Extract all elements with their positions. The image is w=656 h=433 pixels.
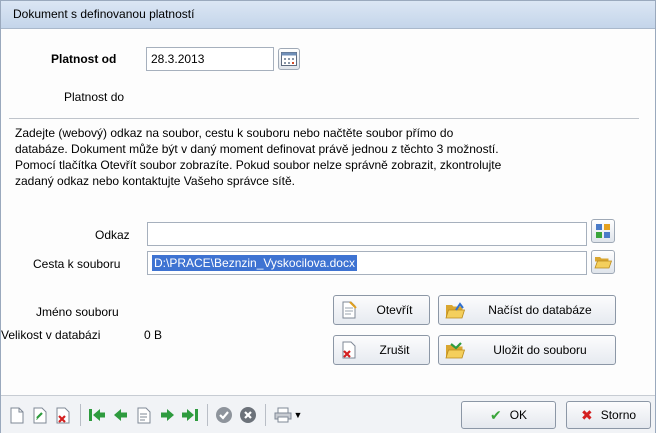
next-record-icon[interactable] — [157, 405, 177, 425]
link-label: Odkaz — [95, 228, 130, 242]
link-input[interactable] — [147, 222, 587, 246]
check-icon: ✔ — [489, 406, 502, 423]
record-detail-icon[interactable] — [134, 405, 154, 425]
delete-document-icon[interactable] — [54, 405, 74, 425]
browse-link-icon — [596, 224, 610, 238]
link-browse-button[interactable] — [591, 219, 615, 243]
validity-from-input[interactable]: 28.3.2013 — [146, 47, 274, 71]
bottom-toolbar: ▼ ✔ OK ✖ Storno — [1, 395, 655, 433]
print-icon[interactable] — [273, 405, 293, 425]
close-icon: ✖ — [580, 406, 593, 423]
folder-open-icon — [594, 257, 612, 269]
path-value: D:\PRACE\Beznzin_Vyskocilova.docx — [152, 255, 357, 271]
storno-label: Storno — [600, 408, 637, 422]
title-bar: Dokument s definovanou platností — [1, 1, 655, 29]
window-title: Dokument s definovanou platností — [13, 7, 195, 21]
validity-to-label: Platnost do — [64, 90, 125, 104]
print-dropdown-icon[interactable]: ▼ — [292, 405, 304, 425]
folder-save-icon — [445, 341, 466, 359]
load-to-database-button[interactable]: Načíst do databáze — [438, 295, 616, 325]
edit-document-icon[interactable] — [31, 405, 51, 425]
save-to-file-button[interactable]: Uložit do souboru — [438, 335, 616, 365]
last-record-icon[interactable] — [180, 405, 200, 425]
description-text: Zadejte (webový) odkaz na soubor, cestu … — [15, 126, 502, 188]
calendar-button[interactable] — [278, 48, 300, 70]
document-edit-icon — [340, 301, 358, 319]
ok-label: OK — [509, 408, 528, 422]
new-document-icon[interactable] — [7, 405, 27, 425]
document-delete-icon — [340, 341, 358, 359]
calendar-icon — [281, 52, 297, 66]
cancel-icon[interactable] — [238, 405, 258, 425]
ok-button[interactable]: ✔ OK — [461, 401, 556, 429]
db-size-value: 0 B — [144, 328, 163, 342]
path-browse-button[interactable] — [591, 250, 615, 274]
validity-from-label: Platnost od — [51, 52, 117, 66]
dialog-window: Dokument s definovanou platností Platnos… — [0, 0, 656, 433]
db-size-label: Velikost v databázi — [1, 328, 101, 342]
cancel-file-button[interactable]: Zrušit — [333, 335, 430, 365]
previous-record-icon[interactable] — [111, 405, 131, 425]
open-button[interactable]: Otevřít — [333, 295, 430, 325]
file-name-label: Jméno souboru — [36, 305, 119, 319]
path-label: Cesta k souboru — [33, 257, 121, 271]
first-record-icon[interactable] — [87, 405, 107, 425]
confirm-icon[interactable] — [214, 405, 234, 425]
storno-button[interactable]: ✖ Storno — [566, 401, 651, 429]
path-input[interactable]: D:\PRACE\Beznzin_Vyskocilova.docx — [147, 251, 587, 275]
separator — [9, 118, 639, 119]
database-load-icon — [445, 301, 466, 319]
